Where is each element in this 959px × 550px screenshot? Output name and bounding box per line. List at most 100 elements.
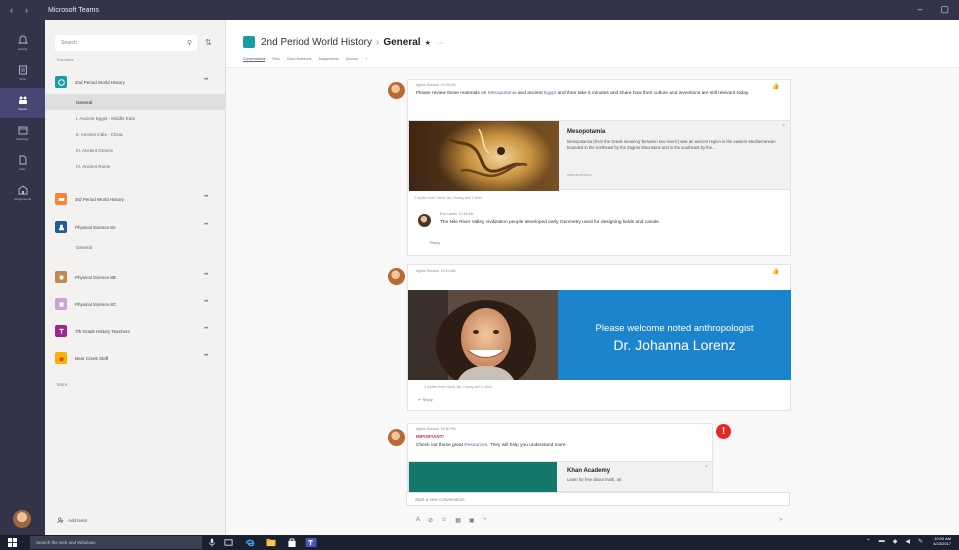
more-options-icon[interactable]: ••• xyxy=(204,272,208,278)
add-team-label: Add team xyxy=(68,518,88,523)
channel-ancient-rome[interactable]: IV. Ancient Rome xyxy=(45,158,225,174)
search-input[interactable]: Search ⚲ xyxy=(55,35,197,51)
channel-title: 2nd Period World History › General ★ ··· xyxy=(261,37,444,48)
close-icon[interactable]: × xyxy=(782,123,785,129)
more-link[interactable]: More xyxy=(57,382,67,387)
volume-icon[interactable]: ◀ xyxy=(905,538,910,545)
system-tray: ⌃ ▬ ◆ ◀ ✎ xyxy=(866,538,923,545)
send-icon[interactable]: ➤ xyxy=(779,517,783,523)
team-physical-science-8a[interactable]: Physical Science 8A ••• xyxy=(45,216,225,238)
meet-now-icon[interactable]: ◔ xyxy=(483,517,487,524)
post-text: Please review these materials on Mesopot… xyxy=(416,90,766,97)
tab-quizzes[interactable]: Quizzes xyxy=(346,57,359,62)
teams-panel: Search ⚲ ⇅ Favorites 2nd Period World Hi… xyxy=(45,20,226,535)
more-options-icon[interactable]: ··· xyxy=(437,40,444,47)
more-options-icon[interactable]: ••• xyxy=(204,194,208,200)
reply-author: Eva Lauen xyxy=(440,212,457,216)
back-button[interactable]: ‹ xyxy=(10,5,13,15)
minimize-button[interactable]: – xyxy=(917,4,922,15)
more-options-icon[interactable]: ••• xyxy=(204,77,208,83)
resources-link[interactable]: Resources xyxy=(464,443,487,448)
file-explorer-icon[interactable] xyxy=(266,538,276,547)
sticker-icon[interactable]: ▣ xyxy=(469,517,475,524)
tab-class-notebook[interactable]: Class Notebook xyxy=(287,57,312,62)
header-team-name[interactable]: 2nd Period World History xyxy=(261,37,372,48)
post-card: Agnes Sorsian 10:12 AM 👍 Please welcome … xyxy=(407,264,791,411)
tab-conversations[interactable]: Conversations xyxy=(243,57,266,62)
channel-general[interactable]: General xyxy=(45,94,225,110)
clock-date: 4/23/2017 xyxy=(933,540,951,546)
rail-teams[interactable]: Teams xyxy=(0,88,45,118)
rail-chat[interactable]: Chat xyxy=(0,58,45,88)
forward-button[interactable]: › xyxy=(25,5,28,15)
team-3rd-period-world-history[interactable]: 3rd Period World History ••• xyxy=(45,188,225,210)
gif-icon[interactable]: ▦ xyxy=(455,517,461,524)
replies-summary[interactable]: 2 replies from Hardi, Ian, Hoang and 1 o… xyxy=(414,196,482,200)
store-icon[interactable] xyxy=(287,538,297,547)
channel-general[interactable]: General xyxy=(45,239,225,255)
team-name: 3rd Period World History xyxy=(75,196,124,202)
mesopotamia-link[interactable]: Mesopotamia xyxy=(488,91,517,96)
compose-box[interactable]: Start a new conversation xyxy=(406,492,790,506)
rail-files[interactable]: Files xyxy=(0,148,45,178)
like-icon[interactable]: 👍 xyxy=(772,268,779,275)
mesopotamia-link-card[interactable]: Mesopotamia Mesopotamia (from the Greek … xyxy=(408,120,791,191)
reply-button[interactable]: ↩ Reply xyxy=(418,397,433,402)
search-icon[interactable]: ⚲ xyxy=(187,39,192,47)
filter-icon[interactable]: ⇅ xyxy=(205,38,212,47)
post-time: 10:12 AM xyxy=(440,269,456,273)
team-tile-icon xyxy=(55,271,67,283)
chevron-up-icon[interactable]: ⌃ xyxy=(866,538,871,545)
rail-label: Assignments xyxy=(13,197,32,201)
team-bear-creek-staff[interactable]: Bear Creek Staff ••• xyxy=(45,347,225,369)
channel-ancient-greece[interactable]: III. Ancient Greece xyxy=(45,142,225,158)
taskbar-search-input[interactable]: Search the web and Windows xyxy=(30,536,202,549)
network-icon[interactable]: ◆ xyxy=(893,538,898,545)
taskbar-clock[interactable]: 10:00 AM 4/23/2017 xyxy=(933,536,951,547)
favorite-star-icon[interactable]: ★ xyxy=(425,40,431,47)
task-view-icon[interactable] xyxy=(224,538,233,547)
team-tile-icon xyxy=(55,193,67,205)
more-options-icon[interactable]: ••• xyxy=(204,222,208,228)
channel-ancient-india[interactable]: II. Ancient India - China xyxy=(45,126,225,142)
more-options-icon[interactable]: ••• xyxy=(204,353,208,359)
tab-assignments[interactable]: Assignments xyxy=(318,57,338,62)
reply-button[interactable]: Reply xyxy=(430,240,440,245)
notification-icon[interactable]: ✎ xyxy=(918,538,923,545)
attach-icon[interactable]: ⊘ xyxy=(428,517,433,524)
add-team-button[interactable]: Add team xyxy=(57,517,87,524)
team-physical-science-8b[interactable]: Physical Science 8B ••• xyxy=(45,266,225,288)
post-text-part: Please review these materials on xyxy=(416,91,488,96)
teams-taskbar-icon[interactable] xyxy=(305,538,317,547)
maximize-button[interactable]: ▢ xyxy=(940,4,949,15)
user-avatar[interactable] xyxy=(13,510,31,528)
microphone-icon[interactable] xyxy=(208,538,216,547)
more-options-icon[interactable]: ••• xyxy=(204,299,208,305)
rail-activity[interactable]: Activity xyxy=(0,28,45,58)
close-icon[interactable]: × xyxy=(705,464,708,470)
team-name: Physical Science 8A xyxy=(75,224,116,230)
more-options-icon[interactable]: ••• xyxy=(204,326,208,332)
channel-ancient-egypt[interactable]: I. Ancient Egypt - Middle East xyxy=(45,110,225,126)
emoji-icon[interactable]: ☺ xyxy=(441,517,447,524)
rail-label: Chat xyxy=(19,77,26,81)
team-physical-science-8c[interactable]: Physical Science 8C ••• xyxy=(45,293,225,315)
khan-academy-link-card[interactable]: Khan Academy Learn for free about math, … xyxy=(408,461,713,493)
rail-assignments[interactable]: Assignments xyxy=(0,178,45,208)
windows-start-icon[interactable] xyxy=(8,538,17,547)
edge-browser-icon[interactable] xyxy=(245,538,255,547)
post-card: Agnes Sorsian 10:03 AM 👍 Please review t… xyxy=(407,79,791,256)
app-title: Microsoft Teams xyxy=(48,6,99,14)
khan-academy-image xyxy=(409,462,557,493)
add-tab-button[interactable]: + xyxy=(365,57,367,62)
format-icon[interactable]: A xyxy=(416,517,420,524)
rail-meetings[interactable]: Meetings xyxy=(0,118,45,148)
like-icon[interactable]: 👍 xyxy=(772,83,779,90)
replies-summary[interactable]: 3 replies from Hardi, Ian, Hoang and 1 o… xyxy=(424,385,492,389)
team-2nd-period-world-history[interactable]: 2nd Period World History ••• xyxy=(45,71,225,93)
team-7th-grade-history-teachers[interactable]: 7th Grade History Teachers ••• xyxy=(45,320,225,342)
battery-icon[interactable]: ▬ xyxy=(879,538,885,545)
chat-icon xyxy=(18,65,27,75)
tab-files[interactable]: Files xyxy=(272,57,279,62)
egypt-link[interactable]: Egypt xyxy=(544,91,556,96)
